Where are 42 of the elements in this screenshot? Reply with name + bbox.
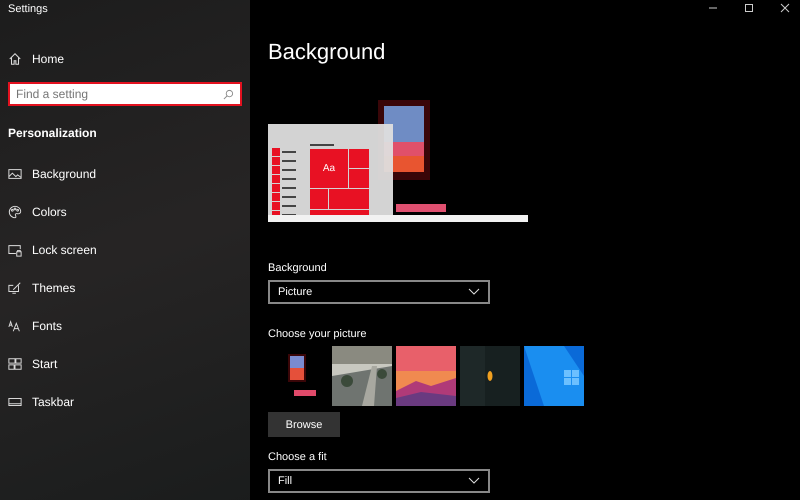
chevron-icon [468,288,480,296]
page-title: Background [268,39,386,65]
maximize-icon[interactable] [744,3,754,13]
taskbar-icon [8,395,22,409]
start-icon [8,357,22,371]
sidebar-item[interactable]: Lock screen [8,242,97,258]
palette-icon [8,205,22,219]
text-line [282,187,296,189]
sidebar-item[interactable]: Start [8,356,58,372]
text-line [282,178,296,180]
text-line [282,160,296,162]
home-icon [8,52,22,66]
picture-icon [8,167,22,181]
sidebar-item[interactable]: Fonts [8,318,62,334]
field-label: Choose a fit [268,451,327,463]
sidebar-item[interactable]: Background [8,166,96,182]
sidebar-item[interactable]: Colors [8,204,67,220]
text-line [282,196,296,198]
close-icon[interactable] [780,3,790,13]
chevron-icon [468,477,480,485]
section-heading: Personalization [8,126,97,140]
lock-icon [8,243,22,257]
search-icon [223,89,234,100]
sample-text: Aa [310,149,348,188]
sidebar-item[interactable]: Themes [8,280,76,296]
text-line [282,205,296,207]
app-tile [349,169,369,188]
sidebar-item[interactable]: Taskbar [8,394,74,410]
app-tile [349,149,369,168]
text-line [282,151,296,153]
window-title: Settings [8,3,48,15]
search-field[interactable]: Find a setting [8,82,242,106]
text-line [310,144,334,146]
fit-dropdown[interactable]: Fill [268,469,490,493]
text-line [282,169,296,171]
home-link[interactable]: Home [8,52,64,66]
field-label: Choose your picture [268,328,366,340]
field-label: Background [268,262,327,274]
background-dropdown[interactable]: Picture [268,280,490,304]
themes-icon [8,281,22,295]
fonts-icon [8,319,22,333]
browse-button[interactable]: Browse [268,412,340,437]
